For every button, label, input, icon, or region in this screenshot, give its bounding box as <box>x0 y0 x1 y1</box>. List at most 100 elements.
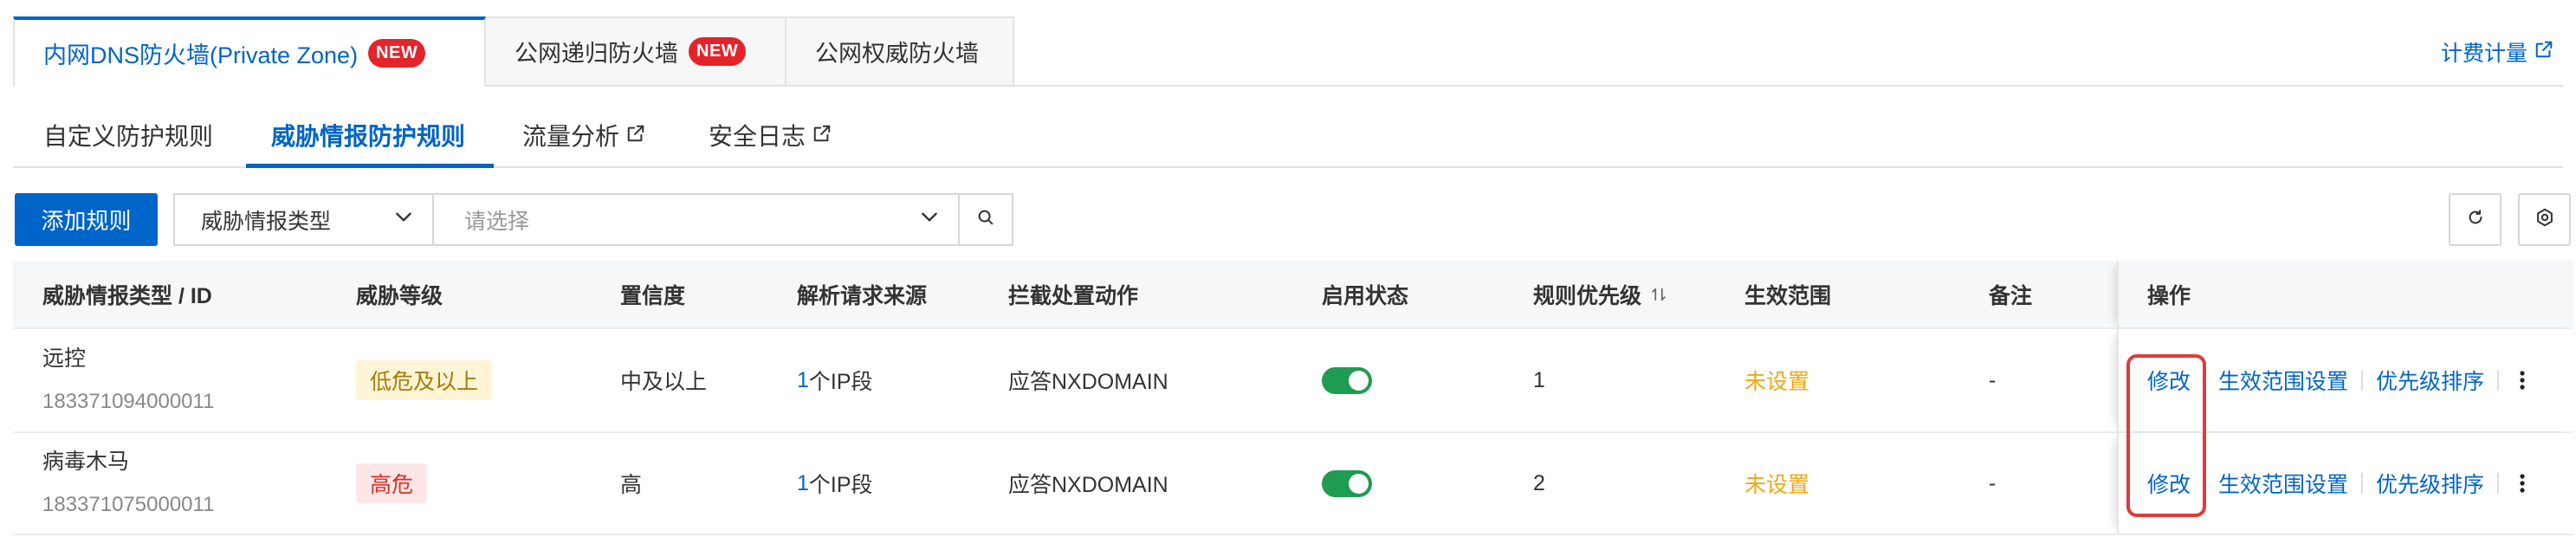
more-vertical-icon[interactable] <box>2519 369 2526 391</box>
action-cell: 应答NXDOMAIN <box>979 329 1292 431</box>
status-cell <box>1292 433 1504 534</box>
toggle-knob <box>1349 473 1369 494</box>
filter-value-select[interactable]: 请选择 <box>432 193 960 246</box>
level-cell: 高危 <box>327 433 591 534</box>
type-id-cell: 远控 183371094000011 <box>13 329 327 431</box>
column-header-action: 拦截处置动作 <box>979 261 1292 327</box>
level-cell: 低危及以上 <box>327 329 591 431</box>
ops-separator <box>2204 370 2206 391</box>
tab-label: 内网DNS防火墙(Private Zone) <box>43 42 359 68</box>
source-unit: 个IP段 <box>808 473 873 497</box>
dns-firewall-page: 内网DNS防火墙(Private Zone) NEW 公网递归防火墙 NEW 公… <box>0 0 2576 537</box>
column-header-level: 威胁等级 <box>327 261 591 327</box>
add-rule-button[interactable]: 添加规则 <box>15 193 158 246</box>
product-tab-public-authoritative[interactable]: 公网权威防火墙 <box>785 16 1014 85</box>
refresh-icon <box>2466 208 2485 231</box>
more-vertical-icon[interactable] <box>2519 472 2526 495</box>
column-header-remark: 备注 <box>1959 261 2117 327</box>
search-icon <box>976 208 995 231</box>
subtab-custom-rules[interactable]: 自定义防护规则 <box>43 118 213 152</box>
status-cell <box>1292 329 1504 431</box>
column-header-type-id: 威胁情报类型 / ID <box>13 261 327 327</box>
action-cell: 应答NXDOMAIN <box>979 433 1292 534</box>
type-id-cell: 病毒木马 183371075000011 <box>13 433 327 534</box>
chevron-down-icon <box>918 205 941 234</box>
billing-link[interactable]: 计费计量 <box>2441 35 2553 69</box>
source-count-link[interactable]: 1 <box>797 471 809 496</box>
sort-icon[interactable] <box>1650 286 1667 303</box>
table-row: 病毒木马 183371075000011 高危 高 1 个IP段 应答NXDOM… <box>13 433 2573 535</box>
rules-table: 威胁情报类型 / ID 威胁等级 置信度 解析请求来源 拦截处置动作 启用状态 … <box>13 261 2573 535</box>
column-header-status: 启用状态 <box>1292 261 1504 327</box>
source-count-link[interactable]: 1 <box>797 368 809 393</box>
subtab-label: 威胁情报防护规则 <box>271 123 466 150</box>
threat-type-name: 病毒木马 <box>42 450 130 474</box>
product-tab-public-recursive[interactable]: 公网递归防火墙 NEW <box>484 16 786 85</box>
ops-cell: 修改 生效范围设置 优先级排序 <box>2117 433 2573 534</box>
priority-cell: 1 <box>1504 329 1715 431</box>
filter-value-placeholder: 请选择 <box>464 209 530 234</box>
scope-cell: 未设置 <box>1715 329 1959 431</box>
enable-toggle[interactable] <box>1322 366 1372 394</box>
ops-group: 修改 生效范围设置 优先级排序 <box>2147 468 2526 499</box>
column-header-priority[interactable]: 规则优先级 <box>1504 261 1715 327</box>
ops-separator <box>2497 370 2500 391</box>
new-badge: NEW <box>689 37 747 66</box>
toggle-knob <box>1349 370 1369 391</box>
column-header-scope: 生效范围 <box>1715 261 1959 327</box>
ops-cell: 修改 生效范围设置 优先级排序 <box>2117 329 2573 431</box>
scope-cell: 未设置 <box>1715 433 1959 534</box>
external-link-icon <box>626 121 645 149</box>
active-subtab-indicator <box>246 164 494 168</box>
billing-link-label: 计费计量 <box>2441 42 2528 66</box>
priority-cell: 2 <box>1504 433 1715 534</box>
new-badge: NEW <box>368 39 426 68</box>
column-header-source: 解析请求来源 <box>767 261 979 327</box>
enable-toggle[interactable] <box>1322 469 1372 497</box>
priority-order-link[interactable]: 优先级排序 <box>2376 365 2484 396</box>
source-cell: 1 个IP段 <box>767 433 979 534</box>
edit-link[interactable]: 修改 <box>2147 365 2191 396</box>
scope-settings-link[interactable]: 生效范围设置 <box>2218 468 2348 499</box>
external-link-icon <box>812 121 832 149</box>
filter-field-value: 威胁情报类型 <box>201 209 332 234</box>
tab-label: 公网递归防火墙 <box>515 41 678 67</box>
product-tab-private-zone[interactable]: 内网DNS防火墙(Private Zone) NEW <box>13 16 486 87</box>
column-header-ops: 操作 <box>2117 261 2573 327</box>
confidence-cell: 中及以上 <box>591 329 767 431</box>
ops-group: 修改 生效范围设置 优先级排序 <box>2147 365 2526 396</box>
threat-type-name: 远控 <box>42 346 87 371</box>
threat-level-badge: 低危及以上 <box>356 360 493 400</box>
gear-icon <box>2534 207 2555 232</box>
ops-separator <box>2204 473 2206 494</box>
table-header: 威胁情报类型 / ID 威胁等级 置信度 解析请求来源 拦截处置动作 启用状态 … <box>13 261 2573 329</box>
table-row: 远控 183371094000011 低危及以上 中及以上 1 个IP段 应答N… <box>13 329 2573 433</box>
column-header-priority-label: 规则优先级 <box>1533 283 1642 308</box>
rule-id: 183371094000011 <box>42 390 215 413</box>
subtab-label: 安全日志 <box>709 123 806 150</box>
ops-separator <box>2361 370 2364 391</box>
remark-cell: - <box>1959 433 2117 534</box>
confidence-cell: 高 <box>591 433 767 534</box>
scope-settings-link[interactable]: 生效范围设置 <box>2218 365 2348 396</box>
subtab-label: 流量分析 <box>522 123 620 150</box>
chevron-down-icon <box>392 205 415 234</box>
settings-button[interactable] <box>2518 193 2571 246</box>
filter-field-select[interactable]: 威胁情报类型 <box>173 193 434 246</box>
threat-level-badge: 高危 <box>356 463 428 503</box>
ops-separator <box>2497 473 2500 494</box>
refresh-button[interactable] <box>2449 193 2502 246</box>
subtab-threat-intel-rules[interactable]: 威胁情报防护规则 <box>271 118 465 152</box>
priority-order-link[interactable]: 优先级排序 <box>2376 468 2484 499</box>
search-button[interactable] <box>958 193 1013 246</box>
tab-label: 公网权威防火墙 <box>815 41 979 67</box>
external-link-icon <box>2534 40 2553 65</box>
source-unit: 个IP段 <box>808 370 873 394</box>
subtab-traffic-analysis[interactable]: 流量分析 <box>522 118 645 152</box>
subtab-label: 自定义防护规则 <box>43 123 214 150</box>
edit-link[interactable]: 修改 <box>2147 468 2191 499</box>
source-cell: 1 个IP段 <box>767 329 979 431</box>
rule-id: 183371075000011 <box>42 493 215 516</box>
column-header-confidence: 置信度 <box>591 261 767 327</box>
subtab-security-logs[interactable]: 安全日志 <box>709 118 832 152</box>
